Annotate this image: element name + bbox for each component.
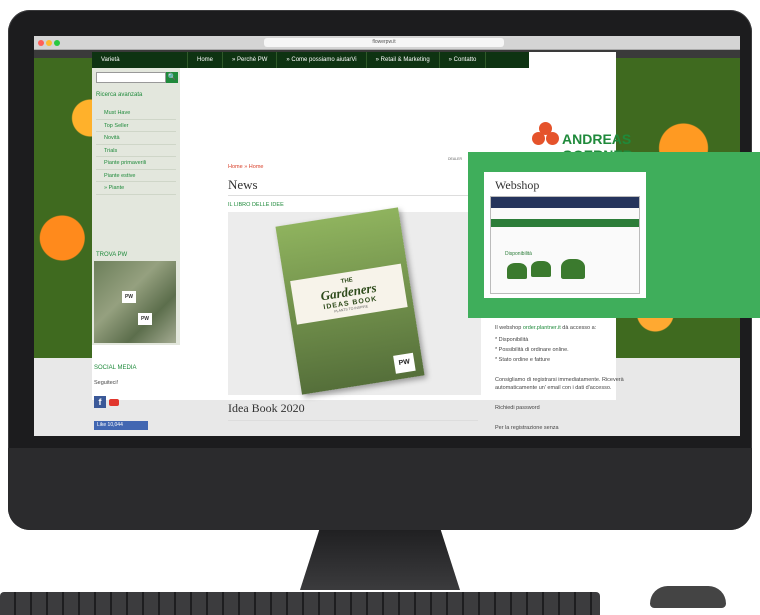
- search-button[interactable]: 🔍: [166, 72, 178, 83]
- nav-varieta[interactable]: Varietà: [92, 52, 188, 68]
- follow-us-text: Seguiteci!: [94, 380, 119, 386]
- mouse: [650, 586, 726, 608]
- top-navigation: Varietà Home » Perchè PW » Come possiamo…: [92, 52, 529, 68]
- sidebar-item-piante-estive[interactable]: Piante estive: [96, 170, 176, 182]
- plant-image: [531, 261, 551, 277]
- bullet-item: * Stato ordine e fatture: [495, 357, 551, 363]
- nav-retail-marketing[interactable]: » Retail & Marketing: [367, 52, 440, 68]
- request-password-link[interactable]: Richiedi password: [495, 404, 647, 412]
- sidebar-item-piante-primaverili[interactable]: Piante primaverili: [96, 157, 176, 170]
- advanced-search-link[interactable]: Ricerca avanzata: [96, 92, 142, 98]
- divider: [228, 195, 478, 196]
- facebook-like-button[interactable]: Like 10,044: [94, 421, 148, 430]
- search-input[interactable]: [96, 72, 166, 83]
- company-logo-text: ANDREAS: [562, 131, 632, 147]
- article-title[interactable]: Idea Book 2020: [228, 401, 305, 416]
- keyboard: [0, 592, 600, 615]
- divider: [228, 420, 478, 421]
- map-pin[interactable]: PW: [138, 313, 152, 325]
- maximize-window-icon[interactable]: [54, 40, 60, 46]
- imac-chin: [8, 448, 752, 530]
- webshop-intro-suffix: dà accesso a:: [560, 325, 597, 331]
- sidebar-item-top-seller[interactable]: Top Seller: [96, 120, 176, 132]
- sidebar-item-must-have[interactable]: Must Have: [96, 107, 176, 120]
- youtube-icon[interactable]: [109, 399, 119, 406]
- address-bar[interactable]: flowerpw.it: [264, 38, 504, 47]
- screenshot-browser-bar: [491, 197, 639, 208]
- registration-note: Consigliamo di registrarsi immediatament…: [495, 377, 624, 391]
- sidebar-item-piante[interactable]: » Piante: [96, 182, 176, 195]
- facebook-icon[interactable]: f: [94, 396, 106, 408]
- location-map[interactable]: PW PW: [94, 261, 176, 343]
- registration-text: Per la registrazione senza: [495, 425, 559, 431]
- screenshot-availability-label: Disponibilità: [505, 251, 532, 257]
- screenshot-nav: [491, 219, 639, 227]
- pw-logo: PW: [393, 352, 416, 374]
- find-pw-heading: TROVA PW: [96, 252, 128, 258]
- imac-stand: [300, 530, 460, 590]
- dealer-link[interactable]: DEALER: [448, 157, 462, 161]
- variety-menu: Must Have Top Seller Novità Trials Piant…: [96, 107, 176, 195]
- webshop-intro: Il webshop order.plantner.it dà accesso …: [495, 324, 647, 332]
- nav-perche-pw[interactable]: » Perchè PW: [223, 52, 278, 68]
- ideas-book-cover[interactable]: THE Gardeners IDEAS BOOK PLANTS TO INSPI…: [275, 207, 425, 395]
- bullet-item: * Disponibilità: [495, 337, 529, 343]
- social-media-heading: SOCIAL MEDIA: [94, 365, 137, 371]
- breadcrumb[interactable]: Home » Home: [228, 164, 263, 170]
- company-logo-icon: [532, 122, 560, 150]
- sidebar-item-trials[interactable]: Trials: [96, 145, 176, 157]
- minimize-window-icon[interactable]: [46, 40, 52, 46]
- bullet-item: * Possibilità di ordinare online.: [495, 347, 569, 353]
- map-pin[interactable]: PW: [122, 291, 136, 303]
- nav-home[interactable]: Home: [188, 52, 224, 68]
- sidebar-item-novita[interactable]: Novità: [96, 132, 176, 145]
- plant-image: [507, 263, 527, 279]
- book-title-band: THE Gardeners IDEAS BOOK PLANTS TO INSPI…: [290, 263, 408, 325]
- webshop-title: Webshop: [495, 178, 540, 192]
- webshop-screenshot[interactable]: Disponibilità: [490, 196, 640, 294]
- plant-image: [561, 259, 585, 279]
- close-window-icon[interactable]: [38, 40, 44, 46]
- webshop-link[interactable]: order.plantner.it: [523, 325, 561, 331]
- webshop-intro-text: Il webshop: [495, 325, 523, 331]
- nav-come-aiutare[interactable]: » Come possiamo aiutarVi: [277, 52, 367, 68]
- page-title: News: [228, 177, 258, 192]
- nav-contatto[interactable]: » Contatto: [440, 52, 487, 68]
- sidebar-social: [92, 345, 180, 400]
- browser-toolbar: flowerpw.it: [34, 36, 740, 50]
- section-label: IL LIBRO DELLE IDEE: [228, 202, 284, 208]
